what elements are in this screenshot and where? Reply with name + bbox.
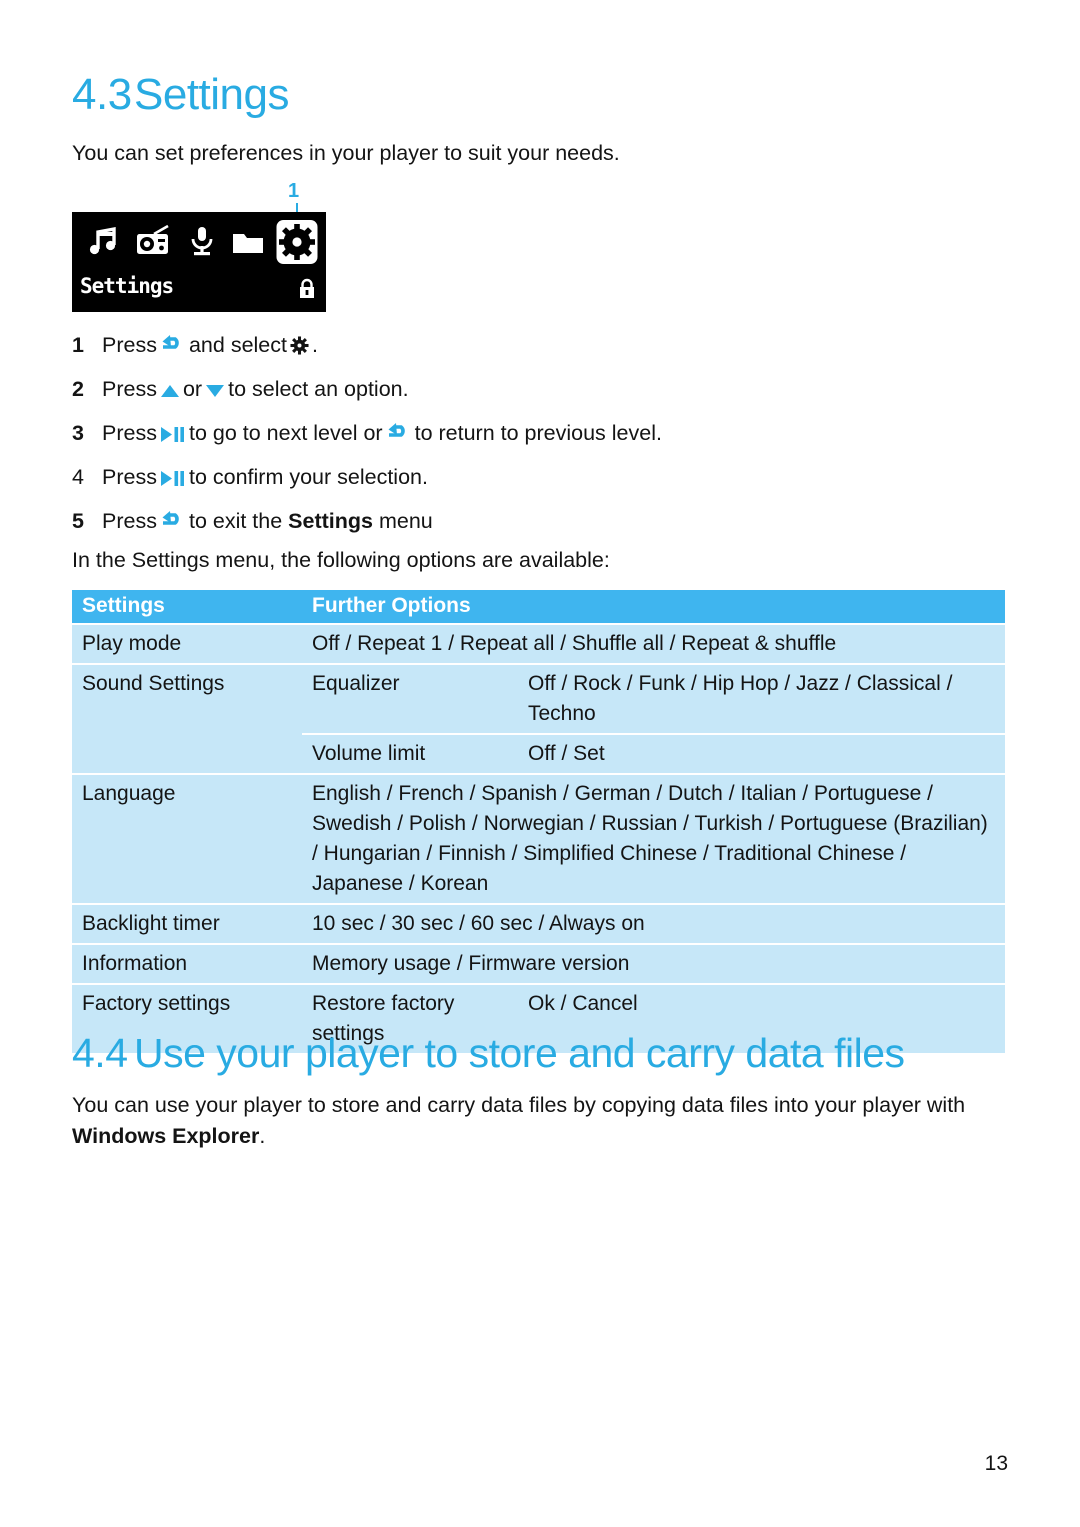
body-before: You can use your player to store and car… [72,1093,966,1117]
row-options: English / French / Spanish / German / Du… [312,782,988,895]
step-3: 3 Press to go to next level or to return to… [72,420,662,446]
table-subrow: Equalizer Off / Rock / Funk / Hip Hop / … [302,665,1005,733]
step-5-number: 5 [72,509,84,533]
table-row: Backlight timer 10 sec / 30 sec / 60 sec… [72,903,1005,943]
up-triangle-icon [160,383,180,399]
section-4-3-title: Settings [134,70,289,119]
table-header-further-options: Further Options [312,594,471,617]
page-number: 13 [984,1452,1008,1475]
step-4: 4 Press to confirm your selection. [72,464,428,490]
row-setting-label: Language [82,782,176,805]
step-2-number: 2 [72,377,84,401]
body-bold: Windows Explorer [72,1124,260,1148]
table-header-row: Settings Further Options [72,590,1005,623]
settings-table: Settings Further Options Play mode Off /… [72,590,1005,1053]
play-pause-icon [160,426,186,443]
radio-icon [134,224,172,263]
section-4-3-intro: You can set preferences in your player t… [72,141,620,165]
play-pause-icon [160,470,186,487]
step-4-text: Press to confirm your selection. [102,465,428,489]
step-5-text: Press to exit the Settings menu [102,509,433,533]
step-3-text: Press to go to next level or to return to … [102,421,662,445]
back-arrow-icon [386,421,412,443]
row-setting-label: Backlight timer [82,912,220,935]
table-row: Language English / French / Spanish / Ge… [72,773,1005,903]
step-2: 2 Press or to select an option. [72,376,409,402]
subrow-values: Off / Rock / Funk / Hip Hop / Jazz / Cla… [528,672,953,725]
subrow-group: Equalizer Off / Rock / Funk / Hip Hop / … [302,665,1005,773]
lock-icon [298,278,316,305]
back-arrow-icon [160,509,186,531]
down-triangle-icon [205,383,225,399]
step-3-number: 3 [72,421,84,445]
row-setting-label: Information [82,952,188,975]
back-arrow-icon [160,333,186,355]
step-1: 1 Press and select. [72,332,318,358]
manual-page: 4.3Settings You can set preferences in y… [0,0,1080,1527]
row-setting-label: Factory settings [82,992,231,1015]
section-4-4-heading: 4.4 Use your player to store and carry da… [72,1030,905,1077]
step-1-number: 1 [72,333,84,357]
section-4-4-body: You can use your player to store and car… [72,1090,1002,1152]
subrow-values: Ok / Cancel [528,992,638,1015]
subrow-values: Off / Set [528,742,605,765]
row-options: Memory usage / Firmware version [312,952,630,975]
subrow-option: Volume limit [312,742,426,765]
step-1-text: Press and select. [102,333,318,357]
table-row: Information Memory usage / Firmware vers… [72,943,1005,983]
section-4-3-number: 4.3 [72,70,132,119]
step-5: 5 Press to exit the Settings menu [72,508,433,534]
row-options: Off / Repeat 1 / Repeat all / Shuffle al… [312,632,837,655]
folder-icon [230,224,266,263]
section-4-4-title: Use your player to store and carry data … [134,1030,905,1076]
section-4-3-heading: 4.3Settings [72,70,289,120]
table-intro: In the Settings menu, the following opti… [72,548,610,572]
callout-label-1: 1 [288,180,300,202]
step-5-emphasis: Settings [288,509,373,533]
row-setting-label: Sound Settings [82,672,225,695]
microphone-icon [188,224,216,263]
music-icon [86,224,120,263]
body-after: . [259,1124,266,1148]
table-header-settings: Settings [82,594,165,617]
subrow-option: Equalizer [312,672,400,695]
row-setting-label: Play mode [82,632,182,655]
section-4-4-number: 4.4 [72,1030,128,1076]
row-options: 10 sec / 30 sec / 60 sec / Always on [312,912,645,935]
gear-icon [290,336,309,355]
lcd-menu-label: Settings [80,274,174,298]
table-subrow: Volume limit Off / Set [302,733,1005,773]
gear-icon [275,218,319,271]
table-row: Sound Settings Equalizer Off / Rock / Fu… [72,663,1005,773]
step-4-number: 4 [72,465,84,489]
lcd-icon-row [72,216,326,274]
device-lcd-screenshot: Settings [72,212,326,312]
table-row: Play mode Off / Repeat 1 / Repeat all / … [72,623,1005,663]
step-2-text: Press or to select an option. [102,377,409,401]
